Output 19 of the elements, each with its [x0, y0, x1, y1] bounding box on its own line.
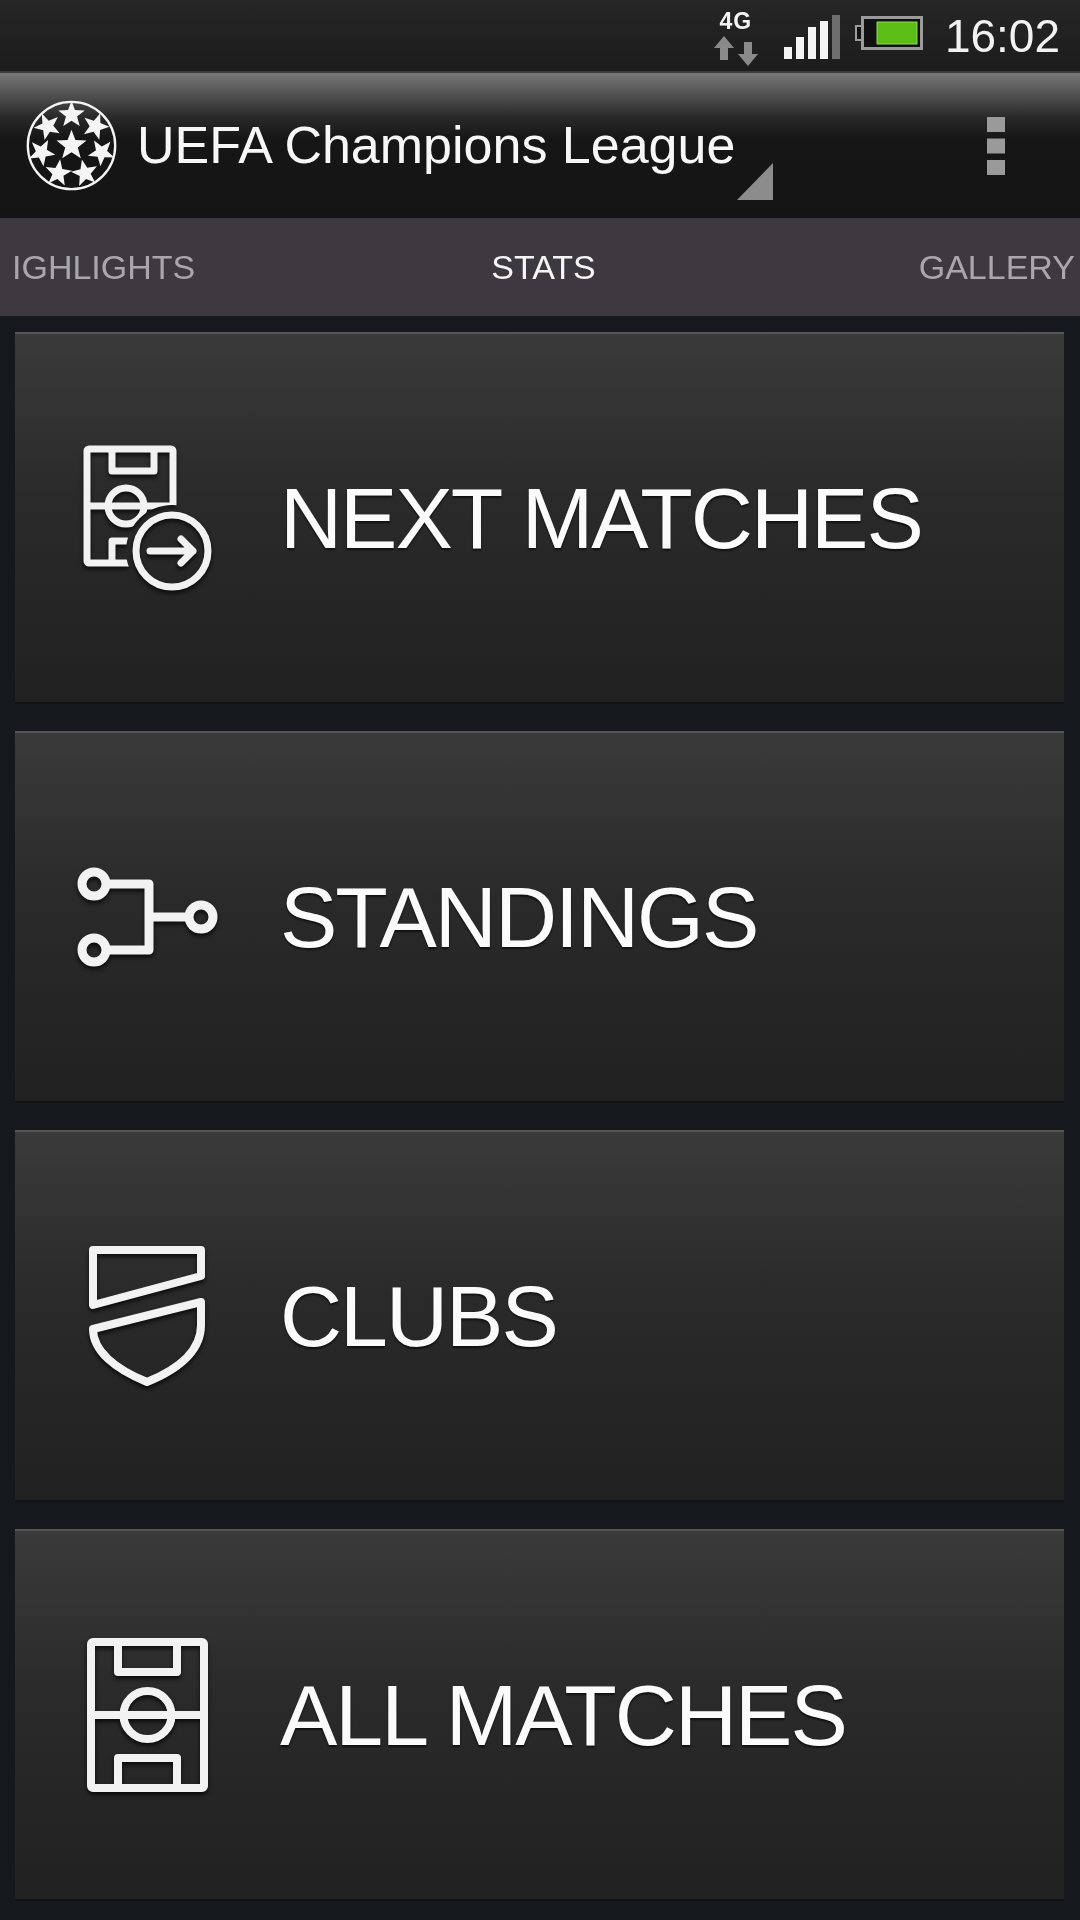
network-type: 4G [719, 9, 753, 32]
bracket-icon [76, 867, 218, 967]
pitch-icon [84, 1636, 210, 1794]
menu-tile[interactable]: NEXT MATCHES [15, 332, 1064, 704]
data-transfer-icon [713, 35, 758, 66]
tab[interactable]: IGHLIGHTS [12, 237, 196, 297]
clock-time: 16:02 [944, 12, 1060, 59]
pitch-arrow-icon [82, 445, 212, 591]
menu-tile[interactable]: STANDINGS [15, 731, 1064, 1103]
tab[interactable]: GALLERY [918, 237, 1075, 297]
more-vertical-icon [987, 116, 1005, 175]
shield-icon [87, 1245, 207, 1387]
dropdown-indicator-icon[interactable] [737, 163, 774, 200]
menu-tile[interactable]: ALL MATCHES [15, 1529, 1064, 1901]
tab[interactable]: STATS [491, 237, 596, 297]
battery-icon [854, 15, 923, 50]
menu-tile[interactable]: CLUBS [15, 1130, 1064, 1502]
app-title[interactable]: UEFA Champions League [137, 116, 736, 175]
signal-icon [783, 14, 840, 59]
